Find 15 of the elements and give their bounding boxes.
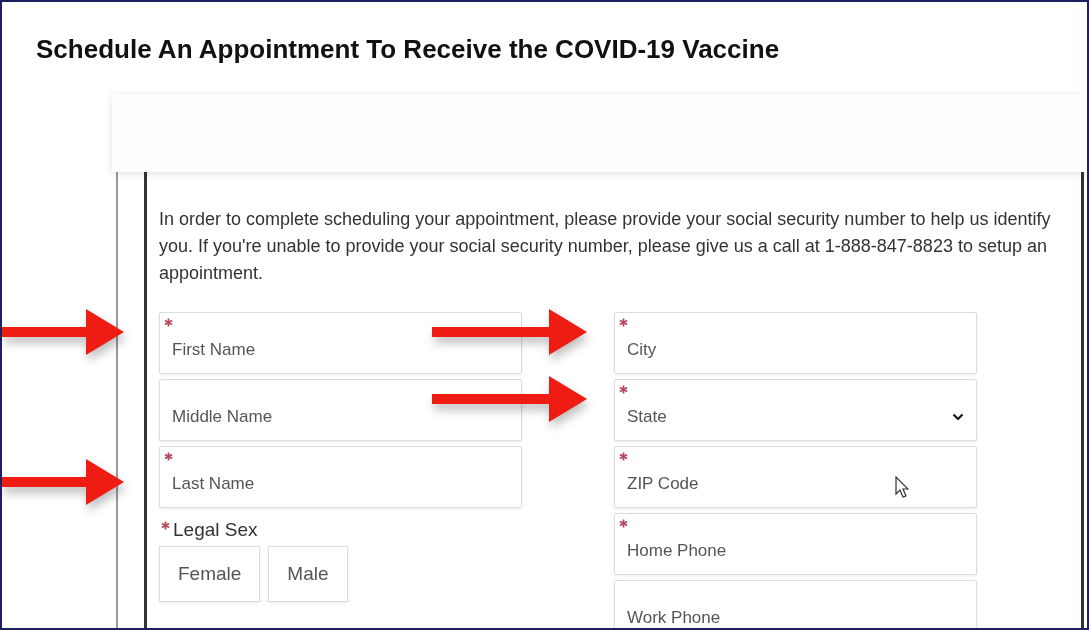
field-label: Legal Sex [173,519,258,540]
chevron-down-icon [952,413,964,421]
text-field[interactable]: Middle Name [159,379,522,441]
text-field[interactable]: First Name [159,312,522,374]
notice-text: In order to complete scheduling your appointment, please provide your social security number to help us identify you. If you're unable to provide your social security number, please give us a call at 1-888-847-8823 to setup an appointment. [159,208,1052,285]
text-field[interactable]: Home Phone [614,513,977,575]
option-button[interactable]: Male [268,546,348,602]
page-title: Schedule An Appointment To Receive the COVID-19 Vaccine [35,33,781,66]
cursor-icon [895,476,909,498]
text-field[interactable]: Work Phone [614,580,977,628]
select-field[interactable]: State [614,379,977,441]
text-field[interactable]: Last Name [159,446,522,508]
text-field[interactable]: City [614,312,977,374]
option-button[interactable]: Female [159,546,261,602]
text-field[interactable]: ZIP Code [614,446,977,508]
